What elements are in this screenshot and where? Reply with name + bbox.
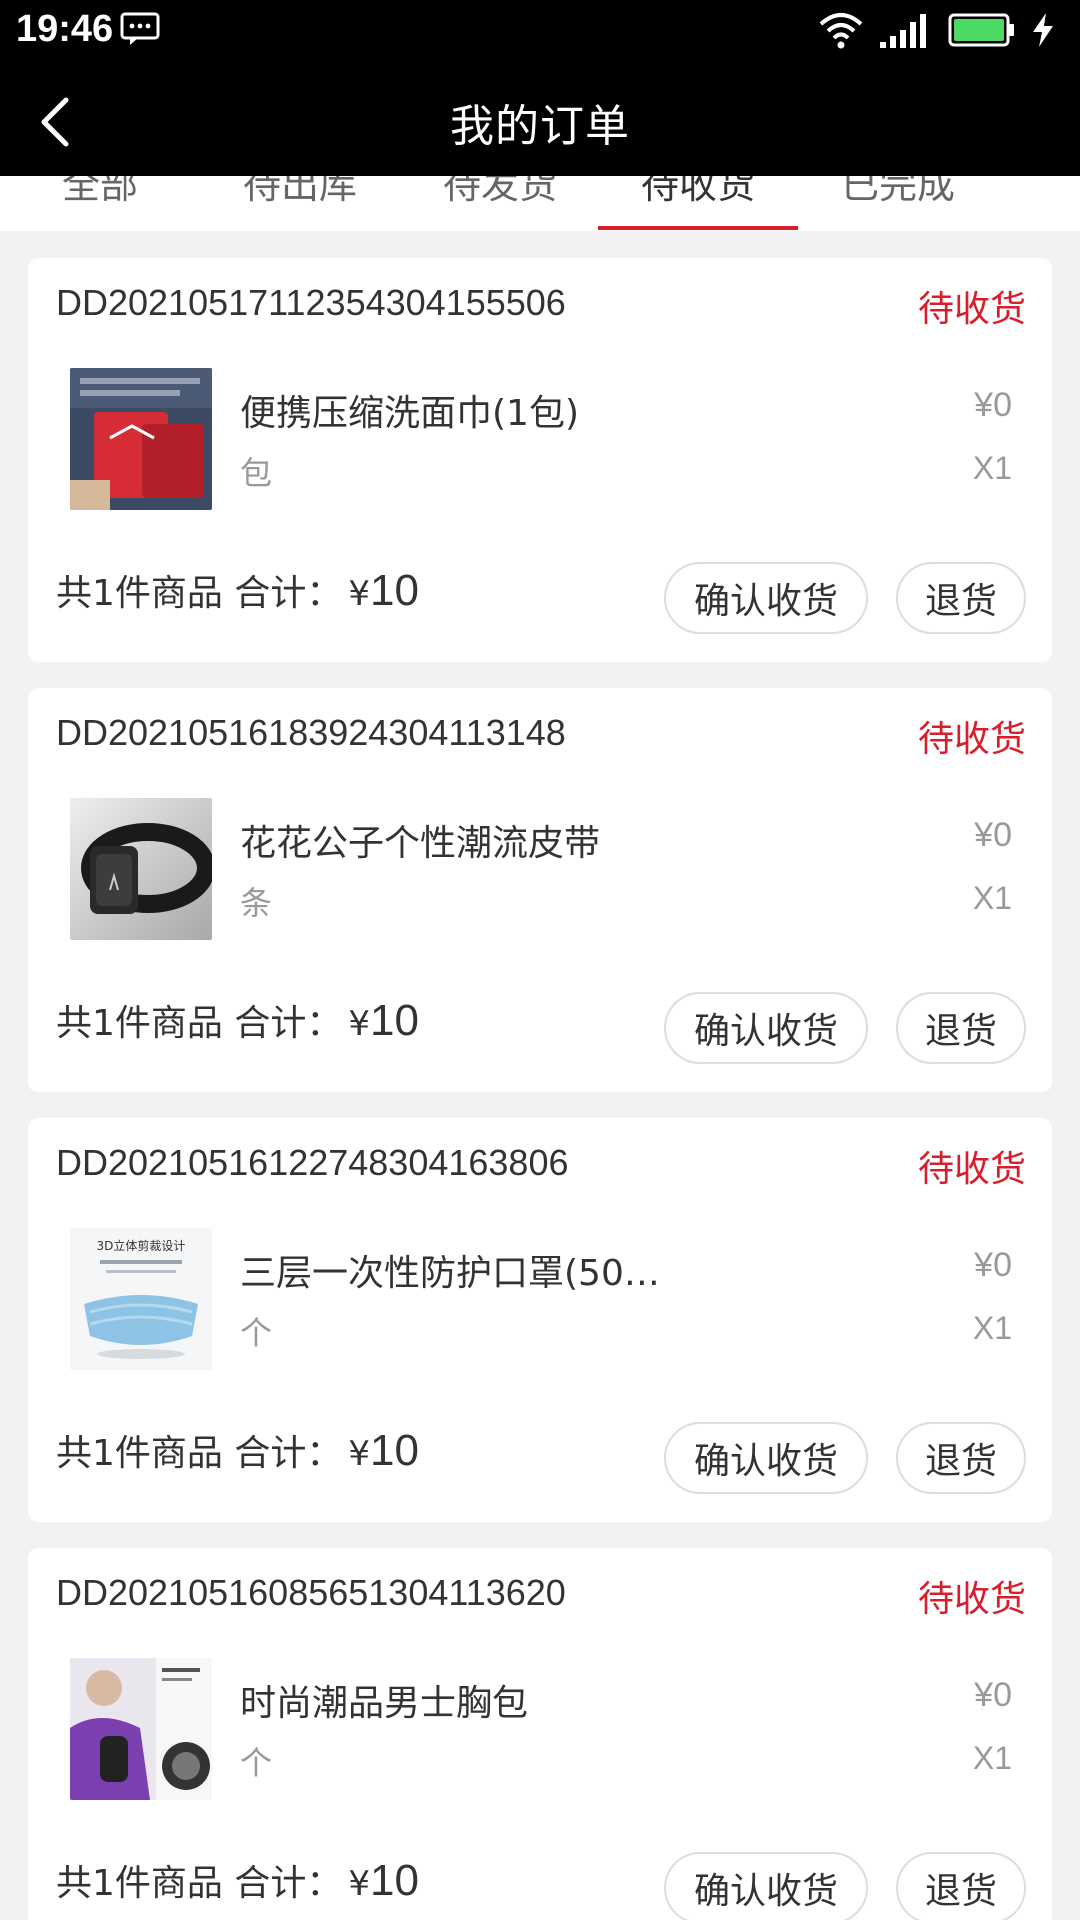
message-icon — [120, 12, 160, 45]
product-image[interactable]: 3D立体剪裁设计 — [70, 1228, 212, 1370]
product-image[interactable] — [70, 798, 212, 940]
charging-icon — [1033, 13, 1053, 47]
tab-pending-shipment[interactable]: 待发货 — [400, 176, 600, 209]
tab-more[interactable]: 已 — [998, 176, 1080, 209]
order-total: 10 — [370, 566, 419, 615]
battery-icon — [948, 13, 1014, 47]
order-card[interactable]: DD20210517112354304155506 待收货 便携压缩洗面巾(1包… — [28, 258, 1052, 662]
order-summary: 共1件商品 合计： ¥ 10 — [56, 1854, 419, 1906]
confirm-receipt-button[interactable]: 确认收货 — [664, 562, 868, 634]
tab-completed[interactable]: 已完成 — [798, 176, 998, 209]
tab-pending-receipt[interactable]: 待收货 — [598, 176, 798, 209]
return-button[interactable]: 退货 — [896, 992, 1026, 1064]
active-tab-indicator — [598, 226, 798, 230]
currency-symbol: ¥ — [348, 574, 370, 614]
order-status: 待收货 — [917, 719, 1026, 760]
summary-label: 共1件商品 合计： — [56, 1003, 343, 1044]
summary-label: 共1件商品 合计： — [56, 1433, 343, 1474]
order-status: 待收货 — [917, 1579, 1026, 1620]
tab-pending-outbound[interactable]: 待出库 — [200, 176, 400, 209]
product-name[interactable]: 便携压缩洗面巾(1包) — [240, 384, 710, 436]
order-card[interactable]: DD20210516183924304113148 待收货 花花公子个性潮流皮带… — [28, 688, 1052, 1092]
currency-symbol: ¥ — [348, 1434, 370, 1474]
order-total: 10 — [370, 1856, 419, 1905]
confirm-receipt-button[interactable]: 确认收货 — [664, 1852, 868, 1920]
product-unit: 条 — [240, 884, 273, 922]
tab-all[interactable]: 全部 — [0, 176, 200, 209]
status-indicators — [818, 8, 1056, 52]
product-unit: 个 — [240, 1314, 273, 1352]
product-image[interactable] — [70, 368, 212, 510]
summary-label: 共1件商品 合计： — [56, 1863, 343, 1904]
product-quantity: X1 — [972, 1310, 1012, 1346]
order-summary: 共1件商品 合计： ¥ 10 — [56, 1424, 419, 1476]
currency-symbol: ¥ — [348, 1864, 370, 1904]
product-name[interactable]: 花花公子个性潮流皮带 — [240, 814, 710, 866]
order-summary: 共1件商品 合计： ¥ 10 — [56, 994, 419, 1046]
confirm-receipt-button[interactable]: 确认收货 — [664, 992, 868, 1064]
product-price: ¥0 — [974, 1676, 1012, 1714]
wifi-icon — [819, 13, 863, 49]
product-quantity: X1 — [972, 880, 1012, 916]
page-title: 我的订单 — [450, 101, 630, 152]
signal-icon — [880, 14, 926, 48]
product-quantity: X1 — [972, 1740, 1012, 1776]
order-status: 待收货 — [917, 1149, 1026, 1190]
product-quantity: X1 — [972, 450, 1012, 486]
order-number: DD20210516122748304163806 — [56, 1142, 569, 1183]
order-total: 10 — [370, 996, 419, 1045]
order-number: DD20210517112354304155506 — [56, 282, 566, 323]
order-number: DD20210516183924304113148 — [56, 712, 566, 753]
summary-label: 共1件商品 合计： — [56, 573, 343, 614]
top-bar: 19:46 我的订单 — [0, 0, 1080, 176]
return-button[interactable]: 退货 — [896, 1422, 1026, 1494]
product-price: ¥0 — [974, 386, 1012, 424]
product-unit: 个 — [240, 1744, 273, 1782]
product-name[interactable]: 时尚潮品男士胸包 — [240, 1674, 710, 1726]
order-number: DD20210516085651304113620 — [56, 1572, 566, 1613]
confirm-receipt-button[interactable]: 确认收货 — [664, 1422, 868, 1494]
currency-symbol: ¥ — [348, 1004, 370, 1044]
product-price: ¥0 — [974, 816, 1012, 854]
order-summary: 共1件商品 合计： ¥ 10 — [56, 564, 419, 616]
order-card[interactable]: DD20210516122748304163806 待收货 3D立体剪裁设计 三… — [28, 1118, 1052, 1522]
product-image[interactable] — [70, 1658, 212, 1800]
product-price: ¥0 — [974, 1246, 1012, 1284]
status-time: 19:46 — [16, 8, 114, 50]
product-name[interactable]: 三层一次性防护口罩(50… — [240, 1244, 710, 1296]
order-card[interactable]: DD20210516085651304113620 待收货 时尚潮品男士胸包 个… — [28, 1548, 1052, 1920]
order-status: 待收货 — [917, 289, 1026, 330]
return-button[interactable]: 退货 — [896, 1852, 1026, 1920]
return-button[interactable]: 退货 — [896, 562, 1026, 634]
order-total: 10 — [370, 1426, 419, 1475]
product-unit: 包 — [240, 454, 273, 492]
product-image-caption: 3D立体剪裁设计 — [97, 1238, 186, 1253]
order-status-tabs: 全部 待出库 待发货 待收货 已完成 已 — [0, 176, 1080, 231]
